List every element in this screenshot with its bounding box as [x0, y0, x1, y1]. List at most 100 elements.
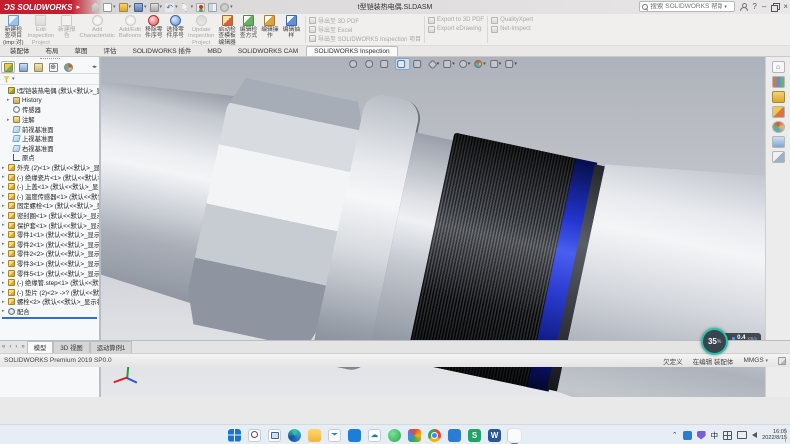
minimize-button[interactable]: –: [762, 2, 766, 12]
home-icon[interactable]: [90, 1, 101, 13]
tree-row[interactable]: ▸ 注解: [0, 115, 99, 125]
tree-row[interactable]: ▸ 零件2<1> (默认<<默认>_显示状态: [0, 240, 99, 250]
display-pane-icon[interactable]: [207, 1, 218, 13]
tree-row[interactable]: ▸ 零件2<2> (默认<<默认>_显示状态: [0, 249, 99, 259]
taskbar-app-icon[interactable]: [348, 429, 361, 442]
filter-dropdown-icon[interactable]: ▾: [12, 76, 15, 82]
propertymanager-tab[interactable]: [16, 61, 30, 73]
ribbon-button[interactable]: Update Inspection Project: [186, 14, 216, 45]
search-input[interactable]: [650, 3, 722, 10]
dropdown-caret-icon[interactable]: ▾: [483, 61, 486, 67]
ribbon-button[interactable]: Add/Edit Balloons: [117, 14, 143, 45]
displaymanager-tab[interactable]: [61, 61, 75, 73]
tree-filter[interactable]: ▾: [0, 74, 99, 85]
help-search-box[interactable]: ▾: [639, 1, 735, 12]
taskbar-app-icon[interactable]: [388, 429, 401, 442]
ribbon-button[interactable]: 新建检 查项目 (imp:对): [1, 14, 26, 45]
tree-row[interactable]: ▸ History: [0, 96, 99, 106]
hidden-icons-chevron[interactable]: ⌃: [672, 431, 678, 439]
menu-expand-arrow[interactable]: ▸: [76, 3, 80, 11]
security-shield-icon[interactable]: [697, 431, 706, 440]
restore-button[interactable]: [771, 3, 778, 10]
network-monitor-icon[interactable]: [737, 431, 747, 439]
solidworks-resources-icon[interactable]: ⌂: [772, 61, 785, 73]
headsup-tool[interactable]: ▾: [428, 60, 441, 69]
headsup-tool[interactable]: ▾: [348, 59, 362, 69]
featuremanager-tab[interactable]: [1, 61, 15, 73]
taskbar-app-icon[interactable]: S: [468, 429, 481, 442]
taskbar-app-icon[interactable]: [288, 429, 301, 442]
volume-icon[interactable]: [752, 432, 757, 438]
tree-row[interactable]: ▸ 外壳 (2)<1> (默认<<默认>_显示状: [0, 163, 99, 173]
tree-row[interactable]: ▸ 原点: [0, 153, 99, 163]
tag-icon[interactable]: [778, 357, 786, 365]
headsup-tool[interactable]: ▾: [364, 59, 378, 69]
open-icon[interactable]: ▾: [118, 1, 133, 13]
ribbon-button[interactable]: 选择零 件序号: [165, 14, 186, 45]
tree-row[interactable]: ▸ 传感器: [0, 105, 99, 115]
print-icon[interactable]: ▾: [149, 1, 164, 13]
ribbon-button[interactable]: Edit Inspection Project: [26, 14, 56, 45]
dropdown-caret-icon[interactable]: ▾: [499, 61, 502, 67]
appearances-scenes-icon[interactable]: [772, 121, 785, 133]
configurationmanager-tab[interactable]: [31, 61, 45, 73]
tree-row[interactable]: ▸ 上视基准面: [0, 134, 99, 144]
undo-icon[interactable]: ↶▾: [164, 1, 179, 13]
dropdown-caret-icon[interactable]: ▾: [452, 61, 455, 67]
taskbar-app-icon[interactable]: [448, 429, 461, 442]
show-desktop-edge[interactable]: [785, 428, 787, 442]
dropdown-caret-icon[interactable]: ▾: [514, 61, 517, 67]
tree-row[interactable]: ▸ 零件3<1> (默认<<默认>_显示状态: [0, 259, 99, 269]
tree-row[interactable]: ▸ 保护套<1> (默认<<默认>_显示状: [0, 220, 99, 230]
taskbar-app-icon[interactable]: [328, 429, 341, 442]
taskbar-app-icon[interactable]: [308, 429, 321, 442]
tree-row[interactable]: ▸ 零件1<1> (默认<<默认>_显示状态: [0, 230, 99, 240]
headsup-tool[interactable]: ▾: [489, 59, 503, 69]
tree-row[interactable]: ▸ 零件5<1> (默认<<默认>_显示状态: [0, 268, 99, 278]
ribbon-tab[interactable]: 布局: [38, 43, 67, 56]
options-gear-icon[interactable]: ▾: [219, 1, 234, 13]
dimxpertmanager-tab[interactable]: ⊕: [46, 61, 60, 73]
design-library-icon[interactable]: [772, 76, 785, 88]
search-dropdown-icon[interactable]: ▾: [724, 4, 727, 10]
tree-row[interactable]: ▸ t型铠装热电偶 (默认<默认>_显示状态-1: [0, 86, 99, 96]
headsup-tool[interactable]: ▾: [395, 58, 411, 70]
taskbar-app-icon[interactable]: [228, 429, 241, 442]
taskbar-clock[interactable]: 16:05 2022/8/15: [762, 429, 787, 442]
ribbon-button[interactable]: 新建报 告: [56, 14, 77, 45]
ribbon-button[interactable]: 启动检 查模板 编辑器: [216, 14, 237, 45]
export-button[interactable]: 导出至 3D PDF: [309, 16, 421, 24]
ribbon-button[interactable]: 编辑检 查方式: [238, 14, 259, 45]
export-button[interactable]: 导出至 SOLIDWORKS Inspection 项目: [309, 34, 421, 42]
tree-row[interactable]: ▸ (-) 垫片 (2)<2> ->? (默认<<默认>: [0, 287, 99, 297]
ribbon-button[interactable]: 编辑操 作: [259, 14, 280, 45]
model-tab[interactable]: 模型: [27, 341, 54, 353]
performance-icon[interactable]: [195, 1, 206, 13]
tab-nav-first-icon[interactable]: «: [0, 342, 7, 353]
tree-row[interactable]: ▸ 固定螺栓<1> (默认<<默认>_显示: [0, 201, 99, 211]
rollback-bar[interactable]: [2, 317, 97, 319]
usage-percent-circle[interactable]: 35 %: [701, 328, 728, 355]
save-icon[interactable]: ▾: [133, 1, 148, 13]
ribbon-tab[interactable]: SOLIDWORKS CAM: [230, 46, 306, 56]
quality-button[interactable]: Net-Inspect: [491, 25, 533, 33]
new-document-icon[interactable]: ▾: [102, 1, 117, 13]
ribbon-tab[interactable]: MBD: [199, 46, 229, 56]
tree-row[interactable]: ▸ (-) 绝缘瓷片<1> (默认<<默认>_显: [0, 172, 99, 182]
model-tab[interactable]: 运动算例1: [90, 341, 133, 353]
close-button[interactable]: ×: [783, 2, 788, 12]
taskbar-app-icon[interactable]: [248, 429, 261, 442]
taskbar-app-icon[interactable]: [408, 429, 421, 442]
headsup-tool[interactable]: ▾: [504, 59, 518, 69]
tab-scroll-arrows[interactable]: ◂▸: [92, 64, 99, 70]
ribbon-tab[interactable]: 装配体: [2, 43, 38, 56]
taskbar-app-icon[interactable]: [508, 429, 521, 442]
ribbon-button[interactable]: Add Characteristic: [77, 14, 116, 45]
ribbon-button[interactable]: 移除零 件序号: [143, 14, 164, 45]
tray-app-blue-icon[interactable]: [683, 431, 692, 440]
ribbon-tab[interactable]: 草图: [67, 43, 96, 56]
tab-nav-last-icon[interactable]: »: [19, 342, 26, 353]
units-selector[interactable]: MMGS ▾: [743, 357, 768, 364]
taskbar-app-icon[interactable]: ☁: [368, 429, 381, 442]
ribbon-tab[interactable]: 评估: [96, 43, 125, 56]
